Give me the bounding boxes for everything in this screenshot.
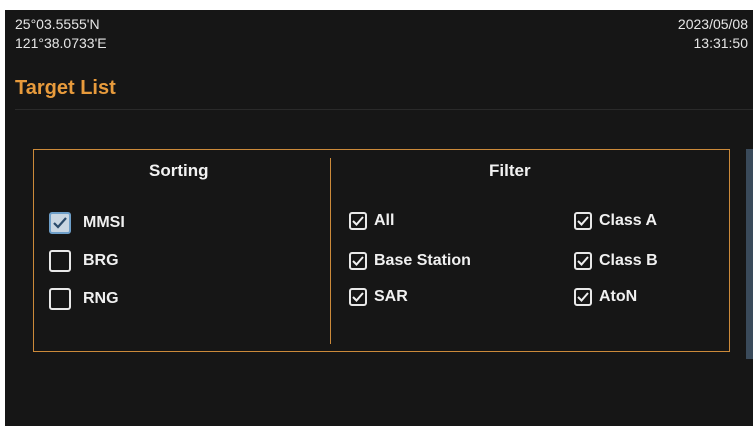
filter-option-class-a[interactable]: Class A	[574, 208, 657, 234]
filter-option-base-station[interactable]: Base Station	[349, 248, 471, 274]
time-readout: 13:31:50	[693, 35, 749, 51]
options-panel: Sorting Filter MMSI BRG RNG All Base Sta…	[33, 149, 730, 352]
date-readout: 2023/05/08	[677, 16, 748, 32]
filter-option-label: Class B	[599, 252, 658, 269]
check-icon	[577, 216, 589, 226]
section-divider	[330, 158, 331, 344]
target-list-screen: 25°03.5555'N 121°38.0733'E 2023/05/08 13…	[5, 10, 753, 426]
check-icon	[352, 256, 364, 266]
sort-option-label: BRG	[83, 252, 119, 269]
filter-option-label: SAR	[374, 288, 408, 305]
page-title: Target List	[15, 77, 116, 99]
checkbox[interactable]	[349, 288, 367, 306]
latitude-readout: 25°03.5555'N	[15, 16, 100, 32]
sort-option-brg[interactable]: BRG	[49, 248, 119, 274]
scrollbar[interactable]	[746, 149, 753, 359]
check-icon	[352, 292, 364, 302]
filter-option-all[interactable]: All	[349, 208, 394, 234]
title-divider	[15, 109, 753, 110]
check-icon	[53, 217, 67, 229]
check-icon	[577, 256, 589, 266]
filter-option-label: Base Station	[374, 252, 471, 269]
check-icon	[352, 216, 364, 226]
checkbox[interactable]	[349, 212, 367, 230]
filter-option-sar[interactable]: SAR	[349, 284, 408, 310]
filter-option-label: AtoN	[599, 288, 638, 305]
filter-option-label: All	[374, 212, 395, 229]
checkbox[interactable]	[574, 288, 592, 306]
sort-option-mmsi[interactable]: MMSI	[49, 210, 125, 236]
sort-option-rng[interactable]: RNG	[49, 286, 119, 312]
filter-option-label: Class A	[599, 212, 658, 229]
sort-option-label: RNG	[83, 290, 119, 307]
checkbox[interactable]	[49, 288, 71, 310]
sort-option-label: MMSI	[83, 214, 125, 231]
filter-title: Filter	[489, 161, 531, 180]
checkbox[interactable]	[49, 250, 71, 272]
filter-option-class-b[interactable]: Class B	[574, 248, 658, 274]
filter-option-aton[interactable]: AtoN	[574, 284, 637, 310]
sorting-title: Sorting	[149, 161, 209, 180]
checkbox[interactable]	[574, 212, 592, 230]
checkbox[interactable]	[49, 212, 71, 234]
checkbox[interactable]	[349, 252, 367, 270]
longitude-readout: 121°38.0733'E	[15, 35, 107, 51]
check-icon	[577, 292, 589, 302]
checkbox[interactable]	[574, 252, 592, 270]
